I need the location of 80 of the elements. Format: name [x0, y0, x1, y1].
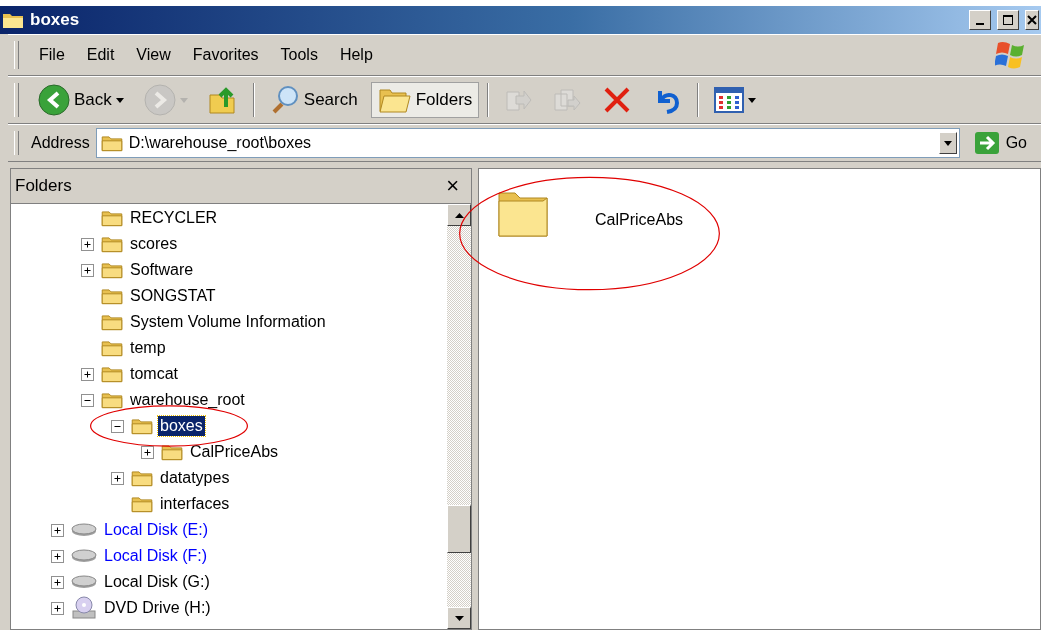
address-label: Address: [31, 134, 90, 152]
close-pane-button[interactable]: ×: [446, 173, 459, 199]
minimize-button[interactable]: [969, 10, 991, 30]
folder-icon: [131, 495, 153, 513]
tree-item[interactable]: scores: [128, 234, 180, 254]
copy-to-icon: [552, 86, 583, 114]
tree-item[interactable]: SONGSTAT: [128, 286, 218, 306]
tree-item[interactable]: Software: [128, 260, 196, 280]
tree-item[interactable]: CalPriceAbs: [188, 442, 281, 462]
collapse-button[interactable]: [81, 393, 94, 407]
tree-item[interactable]: Local Disk (F:): [102, 546, 210, 566]
go-button[interactable]: Go: [965, 131, 1035, 155]
window-title: boxes: [30, 10, 81, 30]
menu-item[interactable]: Help: [331, 42, 381, 68]
tree-item[interactable]: temp: [128, 338, 168, 358]
expand-button[interactable]: [81, 263, 94, 277]
folder-name[interactable]: CalPriceAbs: [595, 211, 684, 229]
close-icon: [1027, 15, 1037, 25]
tree-item[interactable]: warehouse_root: [128, 390, 247, 410]
search-button[interactable]: Search: [262, 82, 365, 118]
tree-item[interactable]: DVD Drive (H:): [102, 598, 213, 618]
expand-button[interactable]: [51, 549, 64, 563]
folder-icon: [101, 209, 123, 227]
scrollbar[interactable]: [447, 204, 471, 629]
menu-item[interactable]: File: [31, 42, 73, 68]
folder-icon: [101, 235, 123, 253]
expand-button[interactable]: [51, 523, 64, 537]
tree-item[interactable]: interfaces: [158, 494, 232, 514]
down-arrow-icon: [454, 615, 464, 621]
folder-icon: [131, 417, 153, 435]
dropdown-button[interactable]: [938, 132, 957, 154]
dvd-drive-icon: [71, 596, 97, 620]
drive-icon: [71, 575, 97, 589]
caret-icon: [748, 97, 757, 103]
expand-button[interactable]: [51, 601, 64, 615]
scroll-up-button[interactable]: [447, 204, 471, 226]
close-button[interactable]: [1025, 10, 1039, 30]
tree-item[interactable]: Local Disk (G:): [102, 572, 212, 592]
tree-item[interactable]: RECYCLER: [128, 208, 220, 228]
drive-icon: [71, 523, 97, 537]
folder-icon: [101, 391, 123, 409]
address-field[interactable]: D:\warehouse_root\boxes: [95, 128, 960, 158]
folder-icon: [100, 134, 123, 152]
up-folder-icon: [207, 85, 238, 115]
menu-item[interactable]: Edit: [78, 42, 123, 68]
caret-icon: [115, 97, 124, 103]
folder-icon: [101, 313, 123, 331]
maximize-button[interactable]: [997, 10, 1019, 30]
tree-item[interactable]: System Volume Information: [128, 312, 328, 332]
drive-icon: [71, 549, 97, 563]
menu-item[interactable]: Tools: [272, 42, 326, 68]
expand-button[interactable]: [81, 237, 94, 251]
folder-icon: [101, 287, 123, 305]
scroll-down-button[interactable]: [447, 607, 471, 629]
folders-icon: [377, 86, 412, 114]
tree-item[interactable]: Local Disk (E:): [102, 520, 211, 540]
folder-icon: [2, 11, 24, 29]
tree-item[interactable]: datatypes: [158, 468, 232, 488]
back-button[interactable]: Back: [31, 82, 131, 118]
collapse-button[interactable]: [111, 419, 124, 433]
views-icon: [714, 87, 745, 113]
scroll-thumb[interactable]: [447, 505, 471, 553]
folder-icon: [101, 339, 123, 357]
expand-button[interactable]: [81, 367, 94, 381]
tree-item[interactable]: tomcat: [128, 364, 180, 384]
tree-item[interactable]: boxes: [158, 416, 205, 436]
up-arrow-icon: [454, 212, 464, 218]
folders-button[interactable]: Folders: [370, 82, 480, 118]
menu-item[interactable]: View: [128, 42, 179, 68]
menu-item[interactable]: Favorites: [184, 42, 267, 68]
expand-button[interactable]: [51, 575, 64, 589]
folder-icon: [131, 469, 153, 487]
maximize-icon: [1003, 15, 1013, 25]
caret-icon: [943, 140, 952, 146]
caret-icon: [179, 97, 188, 103]
pane-title: Folders: [15, 176, 72, 196]
expand-button[interactable]: [111, 471, 124, 485]
folder-icon: [101, 261, 123, 279]
folder-icon: [101, 365, 123, 383]
minimize-icon: [976, 22, 984, 25]
